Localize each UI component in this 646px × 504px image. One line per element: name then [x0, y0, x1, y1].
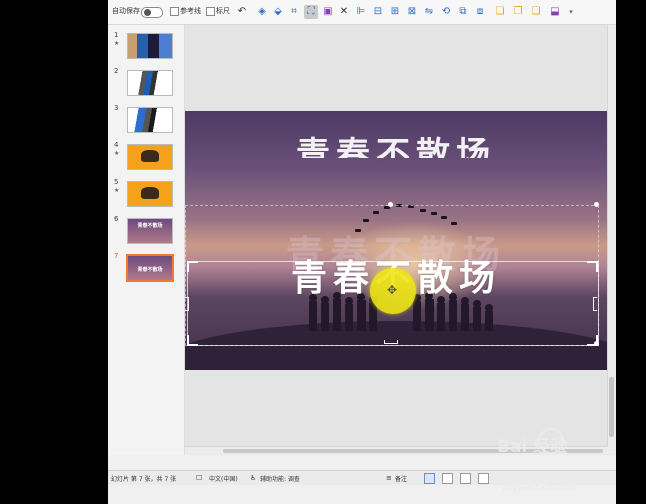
paw-icon	[538, 428, 564, 454]
autosave-label: 自动保存	[112, 7, 140, 15]
vertical-scroll-thumb[interactable]	[609, 377, 614, 437]
slideshow-icon[interactable]	[478, 473, 489, 484]
current-slide[interactable]: 青春不散场 青春不散场 ✥	[185, 111, 607, 370]
slide-thumbnail-1[interactable]	[127, 33, 173, 59]
resize-handle[interactable]	[594, 202, 599, 207]
guides-label: 参考线	[180, 7, 201, 15]
rotate-icon[interactable]: ⟲	[439, 5, 453, 19]
crop-icon[interactable]: ⌗	[287, 5, 301, 19]
guides-checkbox[interactable]	[170, 7, 179, 16]
crop-edge-handle[interactable]	[384, 340, 398, 344]
slide-thumbnail-7[interactable]: 青春不散场	[126, 254, 174, 282]
accessibility-icon[interactable]: ♿	[250, 474, 256, 482]
crop-corner-handle[interactable]	[187, 261, 198, 272]
crop-corner-handle[interactable]	[587, 261, 598, 272]
ruler-label: 标尺	[216, 7, 230, 15]
save-icon[interactable]: ▣	[321, 5, 335, 19]
distribute-icon[interactable]: ⊫	[354, 5, 368, 19]
resize-handle[interactable]	[388, 202, 393, 207]
slide-thumbnail-5[interactable]	[127, 181, 173, 207]
animation-star-icon: ★	[114, 187, 120, 194]
accessibility-text[interactable]: 辅助功能: 调查	[260, 474, 300, 483]
align-icon[interactable]: ⬙	[271, 5, 285, 19]
undo-icon[interactable]: ↶	[235, 5, 249, 19]
slide-number: 5	[114, 178, 119, 186]
group-icon[interactable]: ⊟	[371, 5, 385, 19]
move-cursor-icon: ✥	[387, 283, 398, 297]
ruler-checkbox[interactable]	[206, 7, 215, 16]
ribbon-toolbar: 自动保存 参考线 标尺 ↶ ◈ ⬙ ⌗ ⛶ ▣ ✕ ⊫ ⊟ ⊞ ⊠ ⇋ ⟲ ⧉ …	[108, 0, 616, 25]
close-icon[interactable]: ✕	[337, 5, 351, 19]
slide-count-text: 幻灯片 第 7 张，共 7 张	[111, 476, 177, 483]
cursor-highlight: ✥	[370, 268, 416, 314]
normal-view-icon[interactable]	[424, 473, 435, 484]
top-title-text[interactable]: 青春不散场	[185, 135, 607, 158]
crop-edge-handle[interactable]	[185, 297, 189, 311]
flip-icon[interactable]: ⇋	[422, 5, 436, 19]
bring-forward-icon[interactable]: ⧉	[456, 5, 470, 19]
send-backward-icon[interactable]: ⧈	[473, 5, 487, 19]
slide-thumbnail-4[interactable]	[127, 144, 173, 170]
select-pane-icon[interactable]: ❏	[493, 5, 507, 19]
arrange-icon[interactable]: ⊞	[388, 5, 402, 19]
crop-corner-handle[interactable]	[187, 335, 198, 346]
paste-icon[interactable]: ❑	[529, 5, 543, 19]
chevron-down-icon[interactable]: ▾	[564, 5, 578, 19]
notes-button[interactable]: 备注	[395, 474, 407, 483]
shape-icon[interactable]: ◈	[255, 5, 269, 19]
reading-view-icon[interactable]	[460, 473, 471, 484]
slide-thumbnail-panel: 1 ★ 2 3 4 ★ 5 ★ 6 青春不散场 7 青春不散场	[108, 25, 185, 455]
thumbnail-title: 青春不散场	[137, 267, 163, 273]
crop-edge-handle[interactable]	[593, 297, 597, 311]
spellcheck-icon[interactable]: ☐	[196, 474, 202, 482]
animation-star-icon: ★	[114, 40, 120, 47]
autosave-toggle[interactable]	[141, 7, 163, 18]
slide-number: 4	[114, 141, 119, 149]
notes-icon[interactable]: ≡	[386, 474, 392, 482]
slide-thumbnail-3[interactable]	[127, 107, 173, 133]
slide-number: 2	[114, 67, 119, 75]
thumbnail-title: 青春不散场	[137, 223, 163, 229]
slide-number: 7	[114, 252, 119, 260]
layer-icon[interactable]: ⊠	[405, 5, 419, 19]
slide-number: 1	[114, 31, 119, 39]
slide-number: 3	[114, 104, 119, 112]
animation-star-icon: ★	[114, 150, 120, 157]
slide-thumbnail-2[interactable]	[127, 70, 173, 96]
baidu-watermark-url: jingyan.baidu.com	[503, 483, 577, 492]
slide-number: 6	[114, 215, 119, 223]
crop-corner-handle[interactable]	[587, 335, 598, 346]
more-icon[interactable]: ⬓	[548, 5, 562, 19]
slide-edit-area[interactable]: 青春不散场 青春不散场 ✥	[185, 25, 616, 455]
copy-icon[interactable]: ❐	[511, 5, 525, 19]
slide-sorter-icon[interactable]	[442, 473, 453, 484]
format-icon[interactable]: ⛶	[304, 5, 318, 19]
presentation-app-window: 自动保存 参考线 标尺 ↶ ◈ ⬙ ⌗ ⛶ ▣ ✕ ⊫ ⊟ ⊞ ⊠ ⇋ ⟲ ⧉ …	[108, 0, 616, 504]
slide-thumbnail-6[interactable]: 青春不散场	[127, 218, 173, 244]
vertical-scrollbar[interactable]	[607, 25, 616, 455]
language-text[interactable]: 中文(中国)	[209, 474, 238, 483]
